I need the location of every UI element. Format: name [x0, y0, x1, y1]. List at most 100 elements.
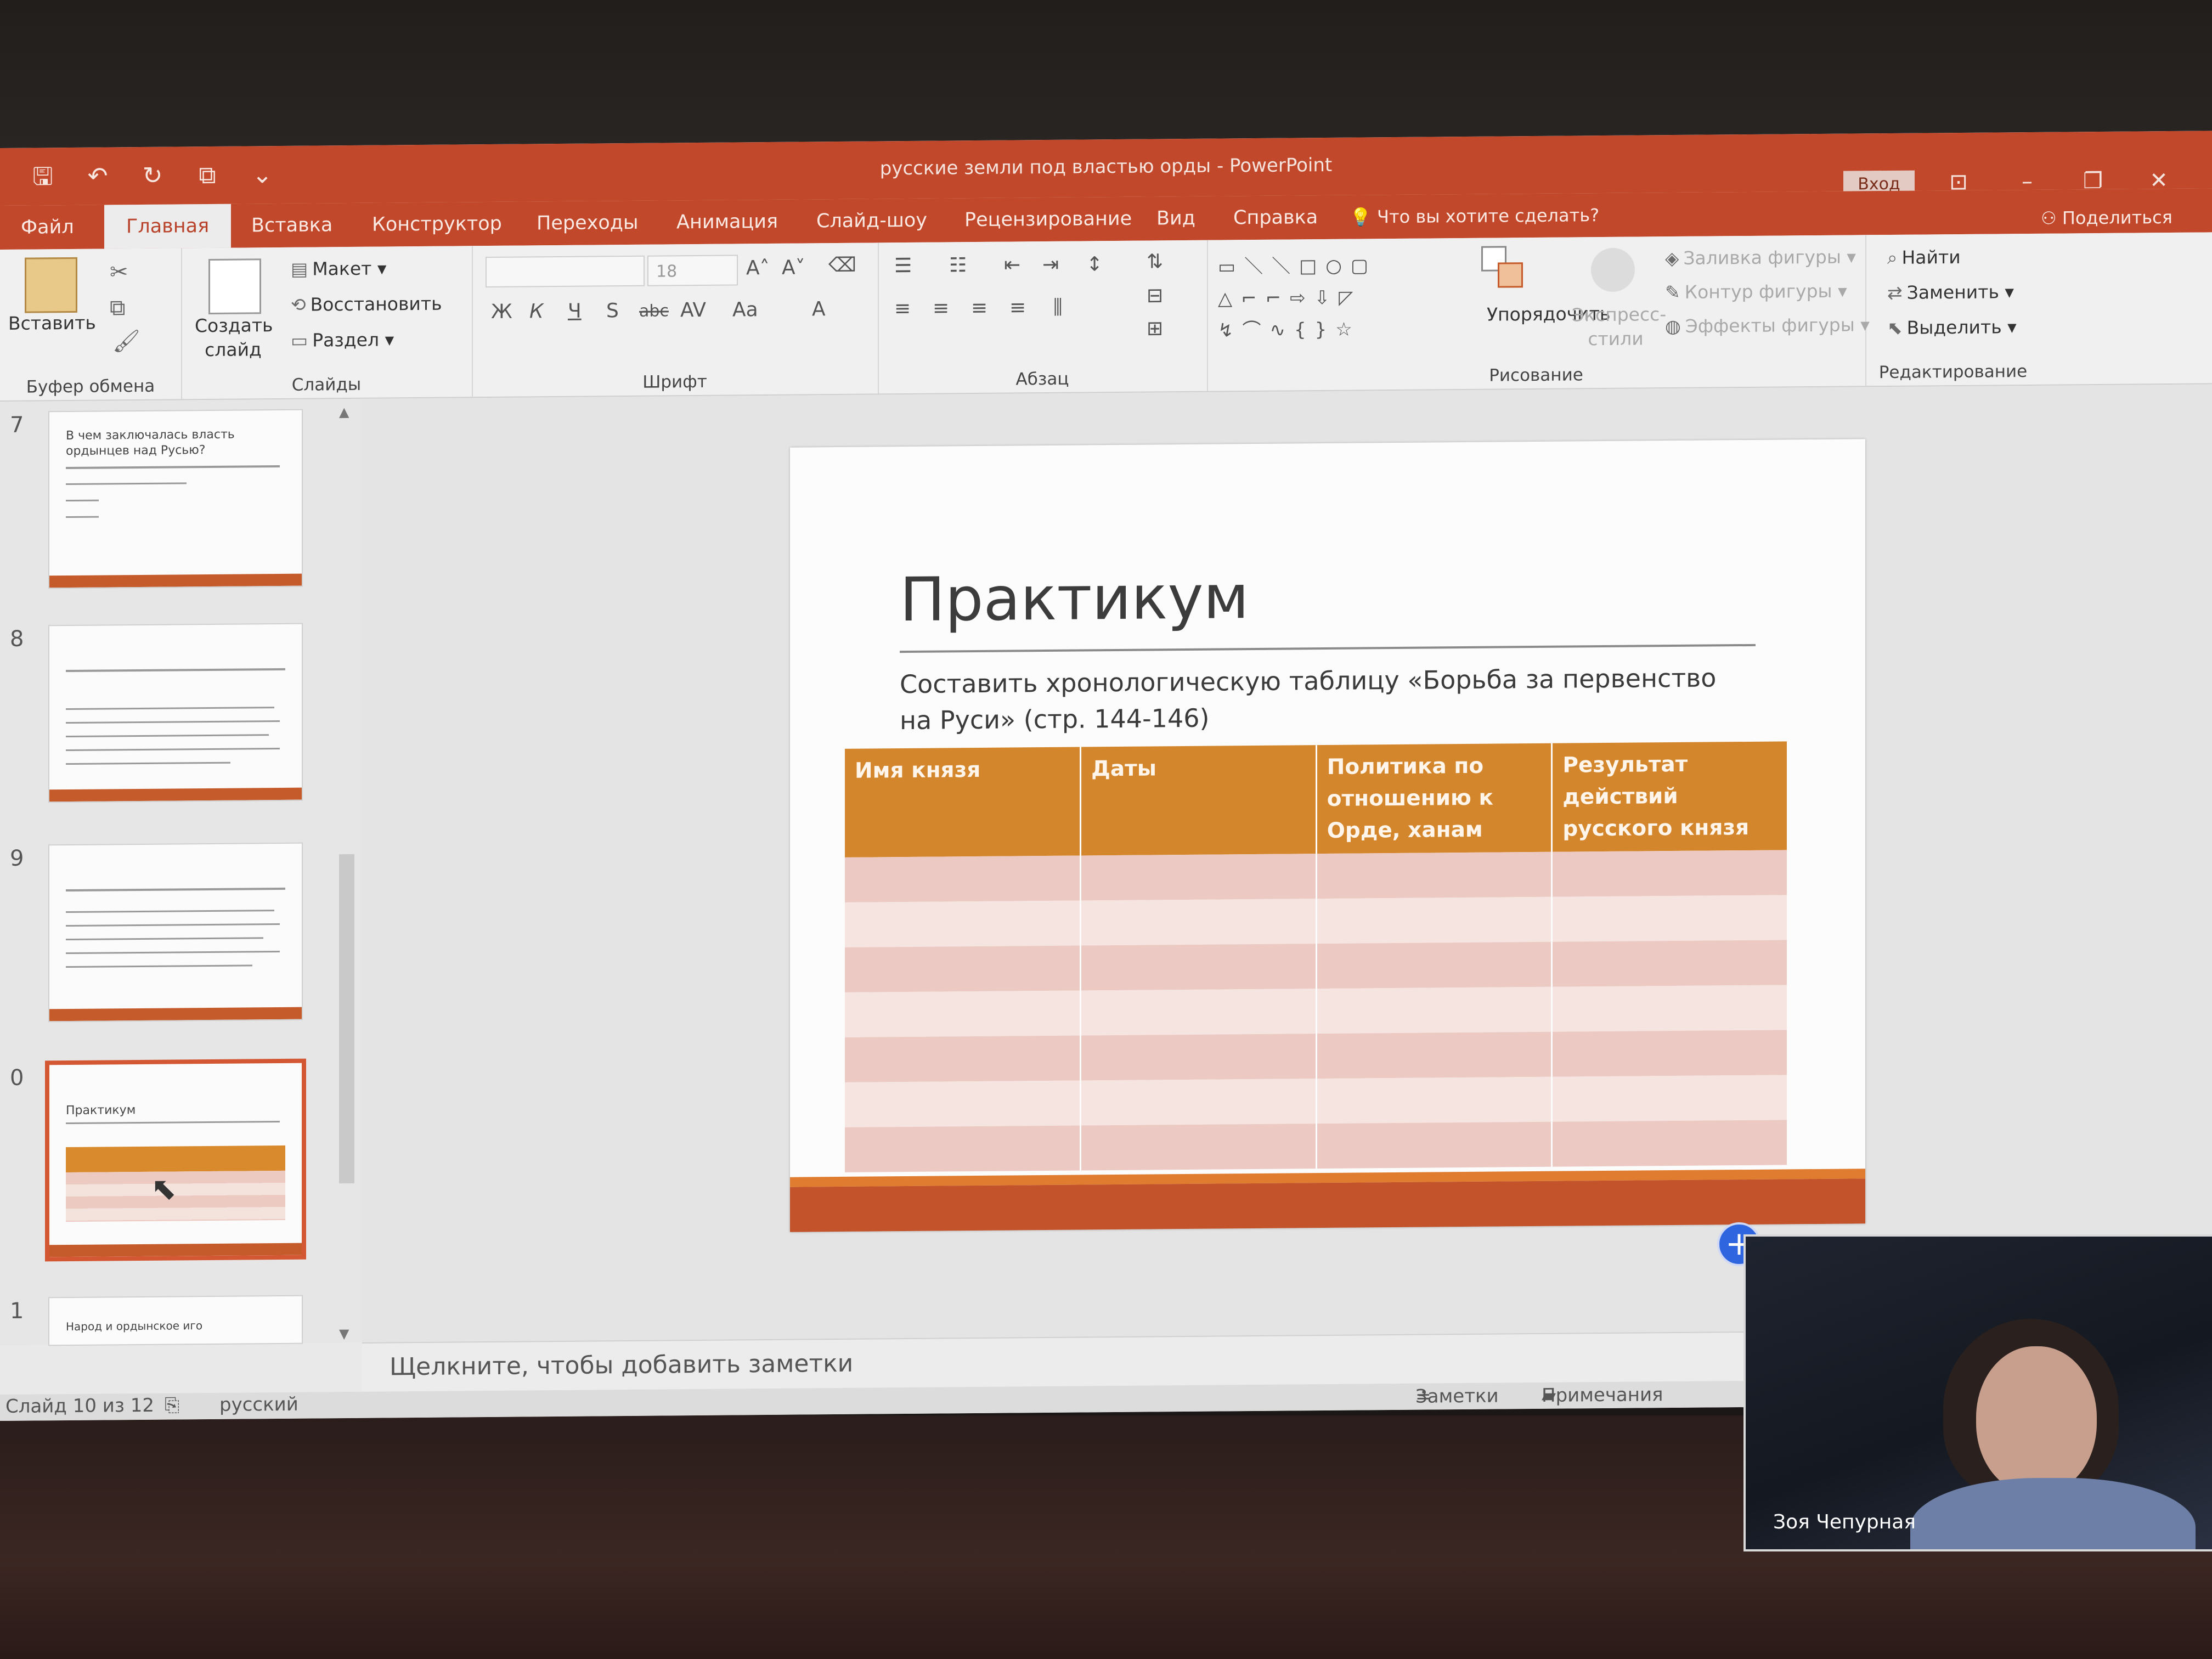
- quick-styles-button[interactable]: Экспресс-стили: [1572, 302, 1666, 351]
- slide-thumbnail-11[interactable]: Народ и ордынское иго: [49, 1296, 302, 1345]
- table-cell[interactable]: [1080, 989, 1317, 1036]
- italic-button[interactable]: К: [529, 300, 544, 323]
- paste-icon[interactable]: [25, 257, 77, 313]
- new-slide-button[interactable]: Создать слайд: [195, 313, 273, 362]
- table-cell[interactable]: [1080, 1034, 1317, 1081]
- format-painter-icon[interactable]: 🖌: [112, 328, 140, 354]
- slide-thumbnail-10-selected[interactable]: Практикум ⬉: [49, 1063, 302, 1257]
- table-cell[interactable]: [1551, 1030, 1788, 1077]
- table-header-prince[interactable]: Имя князя: [845, 747, 1081, 857]
- smartart-icon[interactable]: ⊞: [1147, 317, 1163, 340]
- numbering-icon[interactable]: ☷: [949, 254, 967, 276]
- language-indicator[interactable]: русский: [219, 1393, 298, 1416]
- new-slide-icon[interactable]: [208, 258, 261, 315]
- shape-outline-button[interactable]: ✎ Контур фигуры ▾: [1665, 280, 1847, 303]
- scroll-down-icon[interactable]: ▼: [339, 1326, 349, 1341]
- tab-review[interactable]: Рецензирование: [955, 197, 1142, 242]
- tab-animations[interactable]: Анимация: [667, 200, 788, 245]
- justify-icon[interactable]: ≡: [1009, 296, 1026, 319]
- table-cell[interactable]: [1551, 850, 1788, 897]
- table-header-dates[interactable]: Даты: [1080, 745, 1317, 856]
- shadow-button[interactable]: S: [606, 300, 619, 322]
- table-cell[interactable]: [845, 900, 1081, 947]
- chronology-table[interactable]: Имя князя Даты Политика по отношению к О…: [845, 741, 1788, 1172]
- thumbnail-scrollbar[interactable]: ▲ ▼: [336, 398, 358, 1343]
- table-cell[interactable]: [1551, 985, 1788, 1032]
- tell-me-search[interactable]: 💡 Что вы хотите сделать?: [1350, 193, 1599, 239]
- shrink-font-icon[interactable]: A˅: [782, 256, 805, 279]
- tab-file[interactable]: Файл: [11, 205, 84, 250]
- tab-help[interactable]: Справка: [1223, 195, 1328, 240]
- arrange-icon[interactable]: [1481, 246, 1525, 290]
- table-cell[interactable]: [1316, 1031, 1552, 1079]
- tab-slideshow[interactable]: Слайд-шоу: [806, 199, 937, 244]
- table-cell[interactable]: [1316, 986, 1552, 1034]
- slide-title[interactable]: Практикум: [900, 562, 1249, 635]
- table-header-policy[interactable]: Политика по отношению к Орде, ханам: [1316, 743, 1552, 854]
- current-slide[interactable]: Практикум Составить хронологическую табл…: [790, 439, 1865, 1232]
- table-cell[interactable]: [1551, 940, 1788, 987]
- font-color-button[interactable]: A: [812, 298, 826, 320]
- table-cell[interactable]: [1551, 1120, 1788, 1167]
- table-cell[interactable]: [845, 1035, 1081, 1082]
- align-left-icon[interactable]: ≡: [894, 297, 911, 320]
- align-right-icon[interactable]: ≡: [971, 297, 988, 319]
- slide-thumbnail-7[interactable]: В чем заключалась власть ордынцев над Ру…: [49, 410, 302, 588]
- tab-home[interactable]: Главная: [104, 204, 232, 249]
- font-name-combo[interactable]: [486, 255, 645, 288]
- table-cell[interactable]: [1316, 1121, 1552, 1169]
- underline-button[interactable]: Ч: [568, 300, 582, 323]
- slide-thumbnail-9[interactable]: [49, 843, 302, 1022]
- table-header-result[interactable]: Результат действий русского князя: [1551, 741, 1788, 852]
- character-spacing-button[interactable]: AV: [680, 299, 706, 321]
- table-cell[interactable]: [845, 945, 1081, 992]
- tab-insert[interactable]: Вставка: [241, 203, 342, 247]
- tab-view[interactable]: Вид: [1147, 196, 1205, 241]
- shapes-gallery[interactable]: ▭＼＼□○▢ △⌐⌐⇨⇩◸ ↯⌒∿{}☆: [1218, 250, 1426, 347]
- text-direction-icon[interactable]: ⇅: [1147, 250, 1163, 273]
- notes-placeholder[interactable]: Щелкните, чтобы добавить заметки: [390, 1350, 853, 1381]
- table-cell[interactable]: [845, 1125, 1081, 1172]
- slide-subtitle[interactable]: Составить хронологическую таблицу «Борьб…: [900, 659, 1756, 738]
- scrollbar-thumb[interactable]: [339, 854, 354, 1184]
- grow-font-icon[interactable]: A˄: [746, 257, 770, 279]
- tab-transitions[interactable]: Переходы: [527, 201, 648, 246]
- tab-design[interactable]: Конструктор: [362, 202, 512, 247]
- clear-formatting-icon[interactable]: ⌫: [828, 254, 856, 276]
- shape-fill-button[interactable]: ◈ Заливка фигуры ▾: [1665, 246, 1856, 269]
- align-center-icon[interactable]: ≡: [933, 297, 949, 319]
- select-button[interactable]: ⬉ Выделить ▾: [1887, 316, 2017, 338]
- columns-icon[interactable]: ⫼: [1053, 296, 1063, 319]
- table-cell[interactable]: [1080, 944, 1317, 991]
- table-cell[interactable]: [845, 990, 1081, 1037]
- table-cell[interactable]: [1080, 854, 1317, 901]
- table-cell[interactable]: [1080, 1079, 1317, 1126]
- font-size-combo[interactable]: 18: [647, 255, 738, 286]
- table-cell[interactable]: [845, 855, 1081, 902]
- align-text-icon[interactable]: ⊟: [1147, 284, 1163, 307]
- replace-button[interactable]: ⇄ Заменить ▾: [1887, 281, 2014, 303]
- shape-effects-button[interactable]: ◍ Эффекты фигуры ▾: [1665, 314, 1870, 337]
- bold-button[interactable]: Ж: [491, 301, 512, 323]
- section-button[interactable]: ▭ Раздел ▾: [291, 329, 394, 351]
- scroll-up-icon[interactable]: ▲: [339, 404, 349, 420]
- cut-icon[interactable]: ✂: [110, 259, 128, 285]
- slide-thumbnail-8[interactable]: [49, 624, 302, 802]
- decrease-indent-icon[interactable]: ⇤: [1004, 253, 1020, 276]
- table-cell[interactable]: [1080, 899, 1317, 946]
- table-cell[interactable]: [1316, 941, 1552, 989]
- table-cell[interactable]: [1316, 896, 1552, 944]
- table-cell[interactable]: [1551, 1075, 1788, 1122]
- copy-icon[interactable]: ⧉: [110, 295, 126, 320]
- paste-button[interactable]: Вставить: [8, 312, 96, 334]
- table-cell[interactable]: [1551, 895, 1788, 942]
- quick-styles-icon[interactable]: [1591, 247, 1635, 292]
- spellcheck-icon[interactable]: ⎘: [165, 1394, 179, 1416]
- table-cell[interactable]: [845, 1080, 1081, 1127]
- strikethrough-button[interactable]: abc: [639, 301, 669, 320]
- line-spacing-icon[interactable]: ↕: [1086, 253, 1103, 275]
- video-tile[interactable]: Зоя Чепурная: [1743, 1234, 2212, 1551]
- increase-indent-icon[interactable]: ⇥: [1042, 253, 1059, 276]
- table-cell[interactable]: [1080, 1124, 1317, 1171]
- change-case-button[interactable]: Аа: [732, 298, 758, 321]
